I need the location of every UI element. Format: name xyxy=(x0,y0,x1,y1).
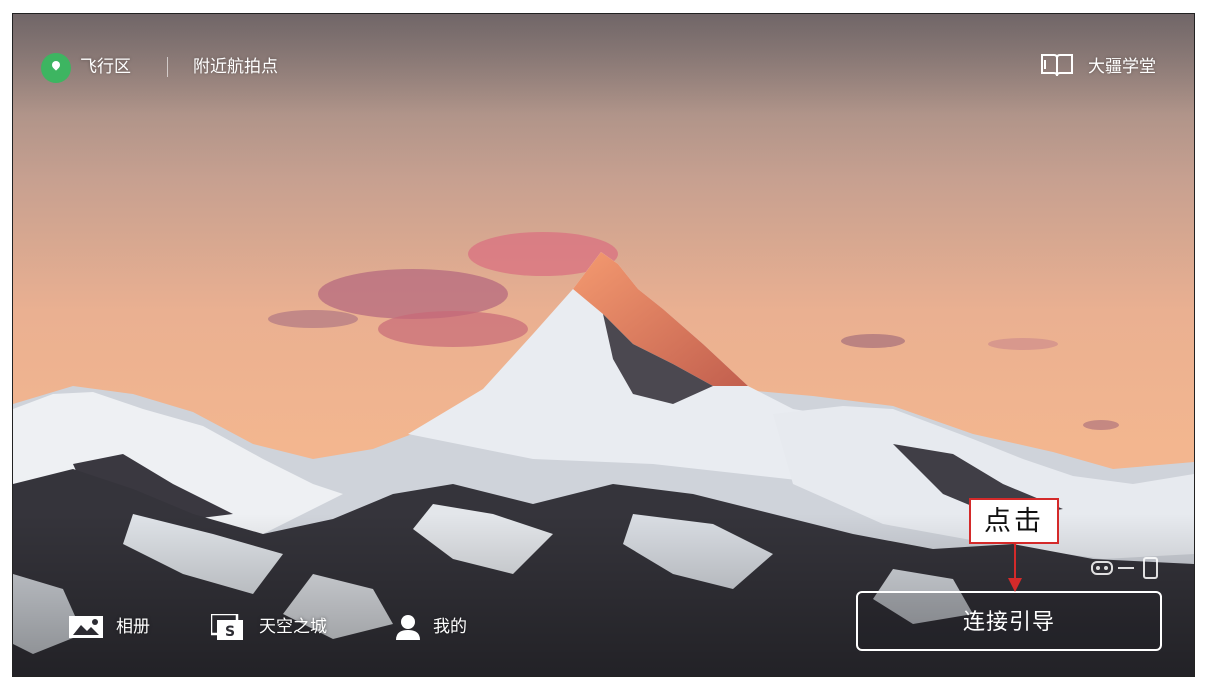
svg-text:S: S xyxy=(225,624,235,640)
skypixel-label: 天空之城 xyxy=(259,617,327,637)
skypixel-icon: S xyxy=(211,614,243,640)
remote-controller-icon xyxy=(1091,557,1158,579)
app-screen: 飞行区 附近航拍点 大疆学堂 相册 S 天空之城 我的 连接引导 点击 xyxy=(12,13,1195,677)
top-bar: 飞行区 附近航拍点 大疆学堂 xyxy=(13,14,1194,114)
connect-guide-button[interactable]: 连接引导 xyxy=(856,591,1162,651)
me-label: 我的 xyxy=(433,617,467,637)
header-divider xyxy=(167,57,168,77)
arrow-down-icon xyxy=(1008,542,1022,592)
academy-link[interactable]: 大疆学堂 xyxy=(1088,56,1156,78)
album-icon xyxy=(69,616,103,638)
nearby-spots-link[interactable]: 附近航拍点 xyxy=(193,56,278,78)
user-icon xyxy=(396,615,420,640)
album-label: 相册 xyxy=(116,617,150,637)
location-pin-icon[interactable] xyxy=(41,53,71,83)
connect-guide-label: 连接引导 xyxy=(962,610,1055,635)
me-button[interactable]: 我的 xyxy=(395,612,495,642)
fly-zone-link[interactable]: 飞行区 xyxy=(80,56,131,78)
book-icon[interactable] xyxy=(1040,52,1074,78)
skypixel-button[interactable]: S 天空之城 xyxy=(211,612,351,642)
tap-annotation: 点击 xyxy=(969,498,1059,544)
album-button[interactable]: 相册 xyxy=(69,612,169,642)
tap-annotation-label: 点击 xyxy=(984,506,1044,537)
